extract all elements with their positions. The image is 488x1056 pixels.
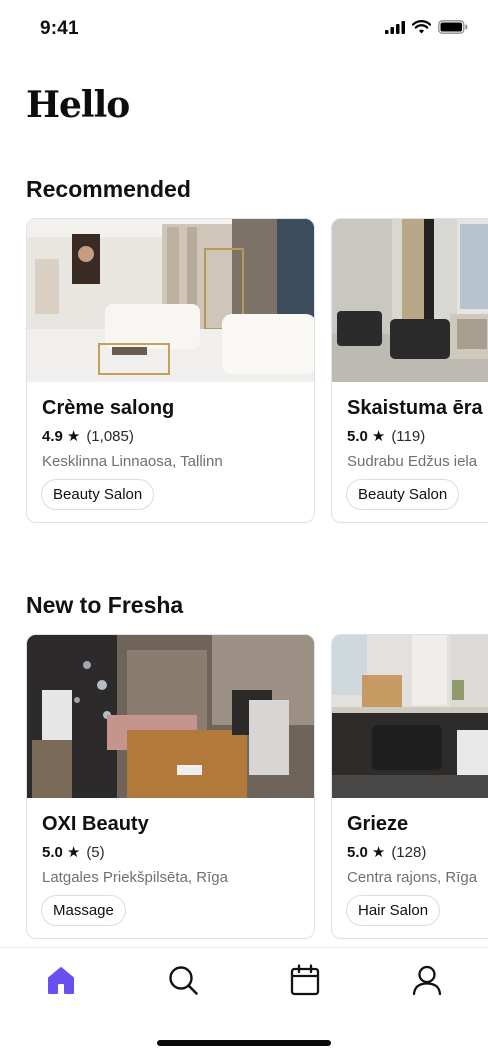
battery-icon	[438, 20, 468, 39]
venue-photo	[27, 635, 314, 798]
venue-rating: 5.0 ★ (5)	[42, 844, 105, 861]
status-icons	[385, 20, 468, 39]
venue-location: Sudrabu Edžus iela	[347, 453, 478, 470]
star-icon: ★	[371, 844, 386, 861]
review-count: (119)	[391, 428, 426, 445]
tab-home[interactable]	[43, 964, 79, 1000]
category-tag: Beauty Salon	[41, 479, 155, 510]
venue-name: Grieze	[347, 813, 409, 835]
venue-card[interactable]: OXI Beauty 5.0 ★ (5) Latgales Priekšpils…	[26, 634, 315, 939]
review-count: (1,085)	[86, 428, 134, 445]
recommended-carousel[interactable]: Crème salong 4.9 ★ (1,085) Kesklinna Lin…	[26, 218, 488, 524]
section-title-new-to-fresha: New to Fresha	[26, 592, 184, 618]
venue-rating: 5.0 ★ (128)	[347, 844, 426, 861]
rating-value: 5.0	[42, 844, 63, 861]
rating-value: 4.9	[42, 428, 63, 445]
tab-profile[interactable]	[409, 964, 445, 1000]
greeting-title: Hello	[26, 84, 130, 126]
venue-card[interactable]: Grieze 5.0 ★ (128) Centra rajons, Rīga H…	[331, 634, 488, 939]
status-time: 9:41	[40, 18, 79, 39]
rating-value: 5.0	[347, 428, 368, 445]
category-tag: Hair Salon	[346, 895, 441, 926]
venue-photo	[332, 219, 488, 382]
search-icon	[167, 964, 199, 1001]
venue-name: Crème salong	[42, 397, 175, 419]
venue-photo	[27, 219, 314, 382]
venue-location: Latgales Priekšpilsēta, Rīga	[42, 869, 228, 886]
calendar-icon	[290, 963, 320, 1001]
venue-rating: 5.0 ★ (119)	[347, 428, 425, 445]
venue-photo	[332, 635, 488, 798]
category-tag: Beauty Salon	[346, 479, 460, 510]
wifi-icon	[411, 20, 432, 39]
venue-card[interactable]: Skaistuma ēra 5.0 ★ (119) Sudrabu Edžus …	[331, 218, 488, 523]
venue-location: Centra rajons, Rīga	[347, 869, 478, 886]
venue-name: Skaistuma ēra	[347, 397, 483, 419]
venue-rating: 4.9 ★ (1,085)	[42, 428, 134, 445]
status-bar: 9:41	[0, 0, 488, 60]
star-icon: ★	[371, 428, 386, 445]
rating-value: 5.0	[347, 844, 368, 861]
star-icon: ★	[66, 844, 81, 861]
home-indicator[interactable]	[157, 1040, 331, 1046]
tab-calendar[interactable]	[287, 963, 323, 1001]
review-count: (128)	[391, 844, 427, 861]
section-title-recommended: Recommended	[26, 176, 191, 202]
new-to-fresha-carousel[interactable]: OXI Beauty 5.0 ★ (5) Latgales Priekšpils…	[26, 634, 488, 940]
venue-card[interactable]: Crème salong 4.9 ★ (1,085) Kesklinna Lin…	[26, 218, 315, 523]
category-tag: Massage	[41, 895, 126, 926]
venue-name: OXI Beauty	[42, 813, 149, 835]
venue-location: Kesklinna Linnaosa, Tallinn	[42, 453, 223, 470]
review-count: (5)	[86, 844, 105, 861]
home-icon	[45, 965, 77, 1000]
star-icon: ★	[66, 428, 81, 445]
signal-icon	[385, 20, 405, 39]
profile-icon	[411, 964, 443, 1001]
tab-search[interactable]	[165, 964, 201, 1000]
